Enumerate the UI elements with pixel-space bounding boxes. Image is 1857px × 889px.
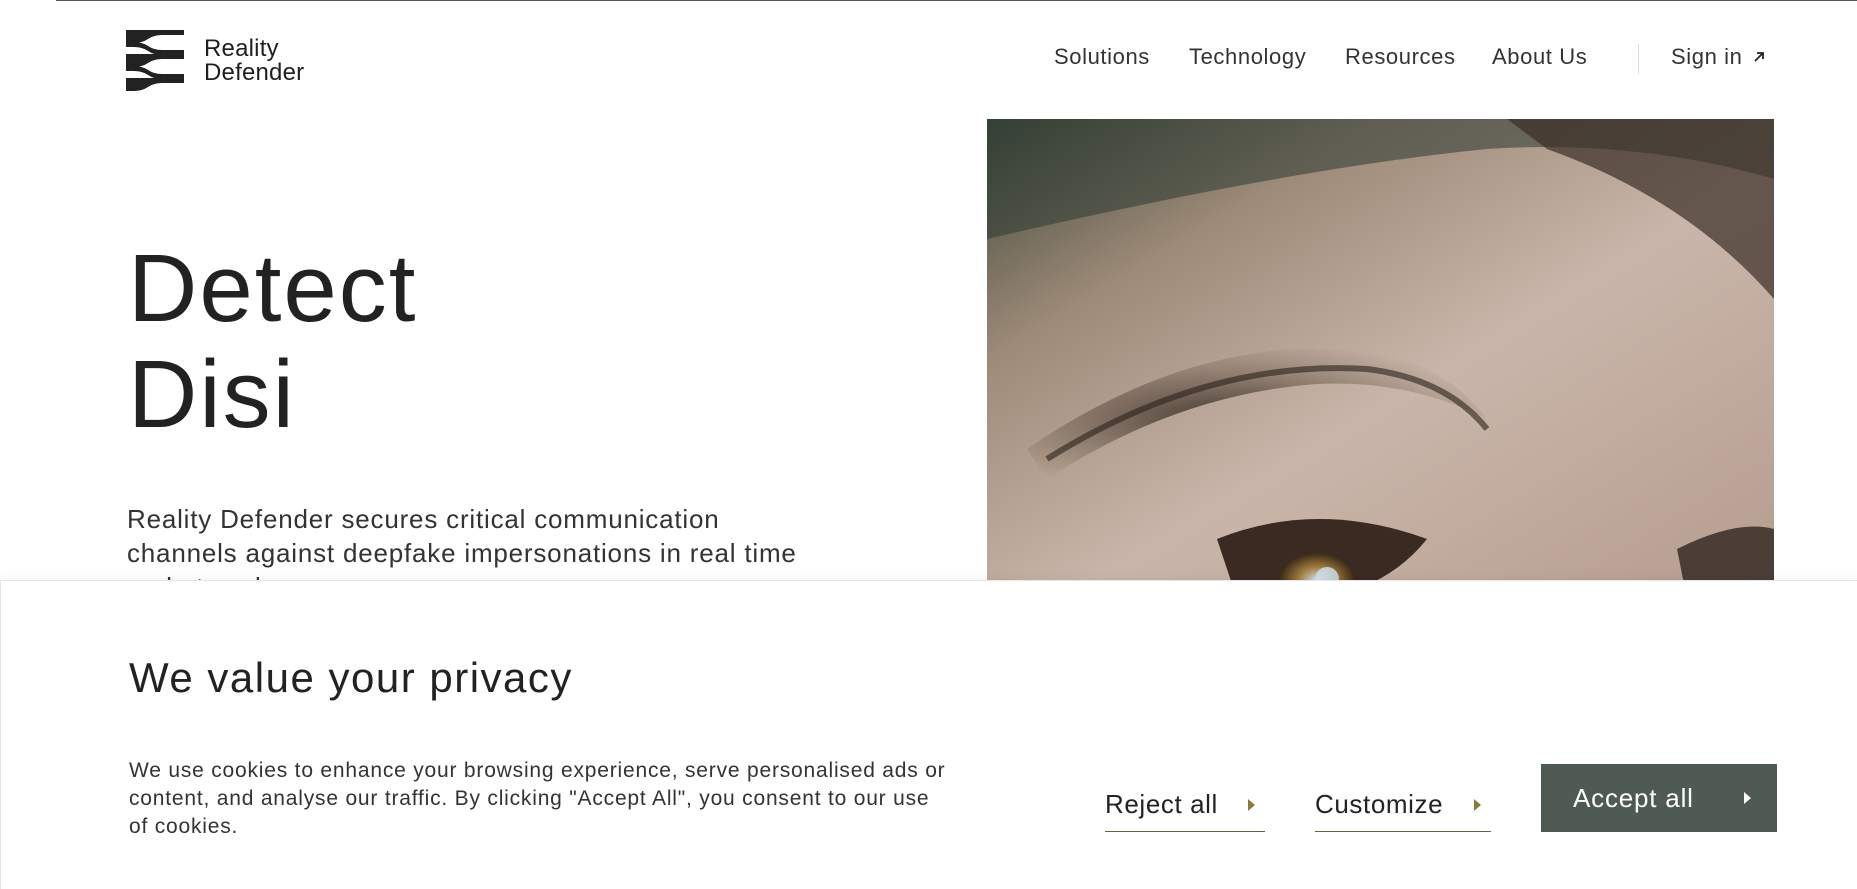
customize-button[interactable]: Customize <box>1315 778 1491 832</box>
nav-item-technology[interactable]: Technology <box>1189 44 1306 70</box>
nav-item-about-us[interactable]: About Us <box>1492 44 1587 70</box>
hero-title-line1: Detect <box>128 235 418 342</box>
caret-right-icon <box>1248 798 1255 811</box>
cookie-title: We value your privacy <box>129 654 573 701</box>
sign-in-label: Sign in <box>1671 44 1743 69</box>
nav-divider <box>1638 44 1639 74</box>
page: Reality Defender Solutions Technology Re… <box>0 0 1857 889</box>
sign-in-link[interactable]: Sign in <box>1671 44 1766 70</box>
nav-item-solutions[interactable]: Solutions <box>1054 44 1150 70</box>
top-rule <box>56 0 1857 1</box>
customize-label: Customize <box>1315 789 1444 819</box>
hero-eye-photo <box>987 119 1774 599</box>
caret-right-icon <box>1474 798 1481 811</box>
cookie-consent-banner: We value your privacy We use cookies to … <box>0 580 1857 889</box>
eye-closeup-image <box>987 119 1774 599</box>
reject-all-label: Reject all <box>1105 789 1218 819</box>
arrow-up-right-icon <box>1754 52 1765 62</box>
hero-title-line2: Disi <box>128 341 296 448</box>
accept-all-label: Accept all <box>1573 782 1694 813</box>
hero-title: Detect Disi <box>128 236 417 448</box>
accept-all-button[interactable]: Accept all <box>1541 764 1777 832</box>
cookie-description: We use cookies to enhance your browsing … <box>129 759 946 838</box>
main-nav: Solutions Technology Resources About Us … <box>0 44 1857 74</box>
caret-right-icon <box>1744 792 1751 804</box>
nav-item-resources[interactable]: Resources <box>1345 44 1456 70</box>
reject-all-button[interactable]: Reject all <box>1105 778 1265 832</box>
